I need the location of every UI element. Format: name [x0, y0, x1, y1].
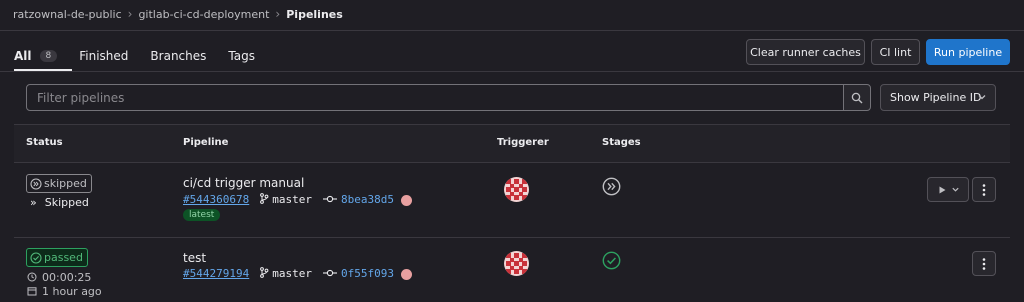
calendar-icon	[27, 287, 37, 296]
branch-icon	[259, 267, 269, 278]
tab-tags[interactable]: Tags	[228, 49, 255, 63]
commit-sha-link[interactable]: 0f55f093	[341, 267, 394, 280]
divider	[14, 237, 1010, 238]
branch-icon	[259, 193, 269, 204]
stage-skipped-icon[interactable]	[602, 177, 621, 199]
manual-job-play-dropdown[interactable]	[927, 177, 969, 202]
triggerer-avatar[interactable]	[504, 177, 529, 202]
divider	[0, 30, 1024, 31]
chevron-right-icon: ›	[275, 7, 281, 21]
tab-label: Finished	[79, 49, 129, 63]
tab-label: Tags	[228, 49, 255, 63]
column-header-stages: Stages	[602, 137, 641, 148]
branch-name[interactable]: master	[272, 193, 312, 206]
tab-branches[interactable]: Branches	[150, 49, 206, 63]
status-label: skipped	[44, 177, 87, 190]
tab-finished[interactable]: Finished	[79, 49, 128, 63]
latest-badge: latest	[183, 209, 221, 221]
finished-text: 1 hour ago	[42, 285, 102, 298]
chevron-down-icon	[951, 187, 959, 192]
commit-icon	[323, 195, 338, 203]
status-badge-passed[interactable]: passed	[26, 248, 88, 267]
duration-text: 00:00:25	[42, 271, 92, 284]
tab-label: Branches	[150, 49, 207, 63]
chevron-down-icon	[978, 95, 986, 100]
column-header-status: Status	[26, 137, 63, 148]
breadcrumb-item-current[interactable]: Pipelines	[286, 8, 343, 21]
more-actions-button[interactable]	[972, 177, 996, 202]
filter-pipelines-input[interactable]: Filter pipelines	[26, 84, 844, 111]
pipeline-id-link[interactable]: #544360678	[183, 193, 249, 206]
triggerer-avatar[interactable]	[504, 251, 529, 276]
status-detail-text: Skipped	[44, 196, 89, 209]
divider	[0, 71, 1024, 72]
chevron-right-icon: ›	[127, 7, 133, 21]
column-header-pipeline: Pipeline	[183, 137, 229, 148]
breadcrumb: ratzownal-de-public › gitlab-ci-cd-deplo…	[13, 7, 343, 21]
more-actions-button[interactable]	[972, 251, 996, 276]
kebab-icon	[982, 183, 986, 196]
dropdown-label: Show Pipeline ID	[890, 91, 982, 104]
status-detail: » Skipped	[30, 196, 89, 209]
tab-all[interactable]: All 8	[14, 49, 58, 63]
pipeline-duration: 00:00:25	[27, 271, 91, 284]
status-label: passed	[44, 251, 83, 264]
search-icon	[851, 92, 863, 103]
author-avatar[interactable]	[401, 194, 413, 206]
play-icon	[939, 186, 945, 193]
column-header-triggerer: Triggerer	[497, 137, 549, 148]
run-pipeline-button[interactable]: Run pipeline	[926, 39, 1010, 65]
status-badge-skipped[interactable]: skipped	[26, 174, 92, 193]
pipeline-info: #544360678 master 8bea38d5	[183, 193, 413, 206]
pipeline-finished: 1 hour ago	[27, 285, 102, 298]
chevron-double-right-icon: »	[30, 196, 37, 209]
check-circle-icon	[30, 251, 42, 264]
ci-lint-button[interactable]: CI lint	[871, 39, 920, 65]
pipeline-title[interactable]: test	[183, 251, 206, 265]
show-pipeline-id-dropdown[interactable]: Show Pipeline ID	[880, 84, 996, 111]
clock-icon	[27, 272, 37, 282]
clear-runner-caches-button[interactable]: Clear runner caches	[746, 39, 865, 65]
pipeline-tabs: All 8 Finished Branches Tags	[14, 42, 277, 70]
kebab-icon	[982, 257, 986, 270]
pipeline-info: #544279194 master 0f55f093	[183, 267, 413, 280]
author-avatar[interactable]	[401, 268, 413, 280]
commit-icon	[323, 269, 338, 277]
tab-label: All	[14, 49, 32, 63]
breadcrumb-item-project[interactable]: gitlab-ci-cd-deployment	[138, 8, 269, 21]
search-button[interactable]	[843, 84, 871, 111]
commit-sha-link[interactable]: 8bea38d5	[341, 193, 394, 206]
breadcrumb-item-group[interactable]: ratzownal-de-public	[13, 8, 122, 21]
filter-placeholder: Filter pipelines	[37, 90, 125, 105]
stage-passed-icon[interactable]	[602, 251, 621, 273]
tab-count-badge: 8	[39, 50, 58, 62]
pipeline-id-link[interactable]: #544279194	[183, 267, 249, 280]
pipeline-title[interactable]: ci/cd trigger manual	[183, 176, 304, 190]
skipped-icon	[30, 177, 42, 190]
branch-name[interactable]: master	[272, 267, 312, 280]
